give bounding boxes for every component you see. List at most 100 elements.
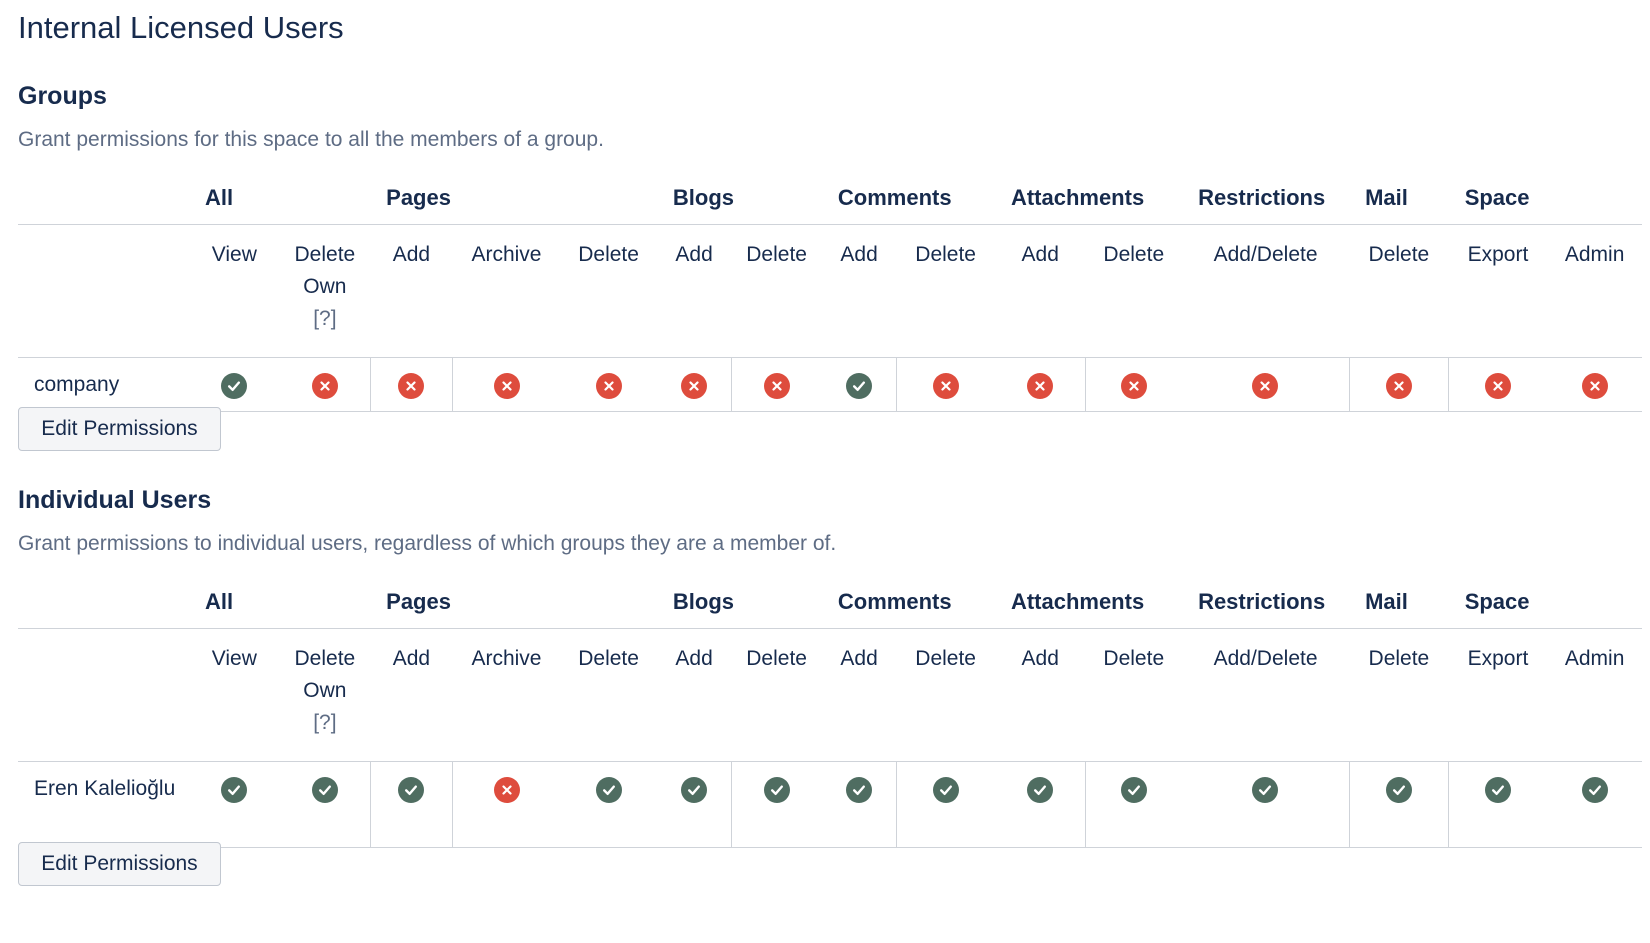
column-pages-add: Add xyxy=(370,628,453,762)
cross-circle-icon xyxy=(1581,373,1608,399)
check-circle-icon xyxy=(1385,777,1412,803)
permission-cell-restrictions-add-delete xyxy=(1182,357,1350,412)
column-pages-archive: Archive xyxy=(452,224,561,358)
permission-cell-view xyxy=(189,761,280,848)
column-space-admin: Admin xyxy=(1547,224,1642,358)
category-comments: Comments xyxy=(821,168,995,225)
permissions-table: All Pages Blogs Comments Attachments Res… xyxy=(18,168,1642,412)
column-comments-add: Add xyxy=(821,224,897,358)
category-pages: Pages xyxy=(370,168,657,225)
check-circle-icon xyxy=(1485,777,1512,803)
permission-cell-attachments-add xyxy=(994,761,1086,848)
category-restrictions: Restrictions xyxy=(1182,168,1350,225)
category-all: All xyxy=(189,168,371,225)
permission-cell-attachments-delete xyxy=(1084,761,1183,848)
cross-circle-icon xyxy=(1121,373,1148,399)
permission-cell-comments-add xyxy=(821,357,897,412)
category-space: Space xyxy=(1448,572,1642,629)
column-comments-delete: Delete xyxy=(896,224,995,358)
check-circle-icon xyxy=(763,777,790,803)
category-blogs: Blogs xyxy=(656,168,822,225)
section-heading: Individual Users xyxy=(18,486,212,514)
check-circle-icon xyxy=(311,777,338,803)
check-circle-icon xyxy=(1026,777,1053,803)
permission-cell-attachments-delete xyxy=(1084,357,1183,412)
permission-cell-pages-add xyxy=(369,761,453,848)
column-blogs-delete: Delete xyxy=(731,224,822,358)
permission-cell-mail-delete xyxy=(1348,357,1449,412)
permission-cell-delete-own xyxy=(279,357,371,412)
cross-circle-icon xyxy=(1385,373,1412,399)
permission-cell-comments-add xyxy=(821,761,897,848)
permission-cell-view xyxy=(189,357,280,412)
cross-circle-icon xyxy=(1252,373,1279,399)
permission-cell-comments-delete xyxy=(895,761,995,848)
help-link[interactable]: [?] xyxy=(313,711,336,734)
category-mail: Mail xyxy=(1349,572,1449,629)
permission-cell-delete-own xyxy=(279,761,371,848)
column-pages-delete: Delete xyxy=(560,628,657,762)
category-comments: Comments xyxy=(821,572,995,629)
cross-circle-icon xyxy=(763,373,790,399)
check-circle-icon xyxy=(1581,777,1608,803)
cross-circle-icon xyxy=(595,373,622,399)
category-pages: Pages xyxy=(370,572,657,629)
permission-cell-blogs-add xyxy=(656,357,732,412)
edit-permissions-button[interactable]: Edit Permissions xyxy=(18,842,221,886)
group-row: company xyxy=(18,357,1642,412)
cross-circle-icon xyxy=(680,373,707,399)
permission-cell-restrictions-add-delete xyxy=(1182,761,1350,848)
check-circle-icon xyxy=(845,777,872,803)
column-space-export: Export xyxy=(1448,628,1548,762)
check-circle-icon xyxy=(595,777,622,803)
permissions-table: All Pages Blogs Comments Attachments Res… xyxy=(18,572,1642,848)
column-attachments-add: Add xyxy=(994,224,1086,358)
help-link[interactable]: [?] xyxy=(313,307,336,330)
category-header-row: All Pages Blogs Comments Attachments Res… xyxy=(18,572,1642,629)
group-name: company xyxy=(18,357,190,412)
section-description: Grant permissions for this space to all … xyxy=(18,128,604,151)
column-mail-delete: Delete xyxy=(1349,224,1449,358)
column-blogs-add: Add xyxy=(656,628,732,762)
category-all: All xyxy=(189,572,371,629)
column-mail-delete: Delete xyxy=(1349,628,1449,762)
cross-circle-icon xyxy=(932,373,959,399)
category-space: Space xyxy=(1448,168,1642,225)
permission-cell-attachments-add xyxy=(994,357,1086,412)
permission-cell-mail-delete xyxy=(1348,761,1449,848)
column-space-export: Export xyxy=(1448,224,1548,358)
check-circle-icon xyxy=(845,373,872,399)
column-space-admin: Admin xyxy=(1547,628,1642,762)
column-pages-add: Add xyxy=(370,224,453,358)
permission-cell-blogs-delete xyxy=(730,357,822,412)
column-header-row: View Delete Own [?] Add Archive Delete Ad… xyxy=(18,628,1642,762)
column-view: View xyxy=(189,628,280,762)
permission-cell-pages-add xyxy=(369,357,453,412)
column-blogs-delete: Delete xyxy=(731,628,822,762)
column-restrictions-add-delete: Add/Delete xyxy=(1182,628,1350,762)
permission-cell-pages-delete xyxy=(560,357,657,412)
column-attachments-add: Add xyxy=(994,628,1086,762)
permission-cell-pages-archive xyxy=(452,761,561,848)
column-delete-own-label: Delete Own xyxy=(294,647,356,702)
check-circle-icon xyxy=(221,373,248,399)
column-attachments-delete: Delete xyxy=(1085,628,1183,762)
category-header-row: All Pages Blogs Comments Attachments Res… xyxy=(18,168,1642,225)
edit-permissions-button[interactable]: Edit Permissions xyxy=(18,407,221,451)
check-circle-icon xyxy=(680,777,707,803)
page-title: Internal Licensed Users xyxy=(18,10,344,45)
check-circle-icon xyxy=(1252,777,1279,803)
category-mail: Mail xyxy=(1349,168,1449,225)
category-blogs: Blogs xyxy=(656,572,822,629)
column-header-row: View Delete Own [?] Add Archive Delete Ad… xyxy=(18,224,1642,358)
user-name: Eren Kalelioğlu xyxy=(18,761,190,848)
check-circle-icon xyxy=(398,777,425,803)
category-restrictions: Restrictions xyxy=(1182,572,1350,629)
column-attachments-delete: Delete xyxy=(1085,224,1183,358)
permission-cell-space-admin xyxy=(1547,761,1642,848)
column-blogs-add: Add xyxy=(656,224,732,358)
column-delete-own: Delete Own [?] xyxy=(279,224,371,358)
permission-cell-blogs-add xyxy=(656,761,732,848)
column-comments-add: Add xyxy=(821,628,897,762)
column-pages-archive: Archive xyxy=(452,628,561,762)
